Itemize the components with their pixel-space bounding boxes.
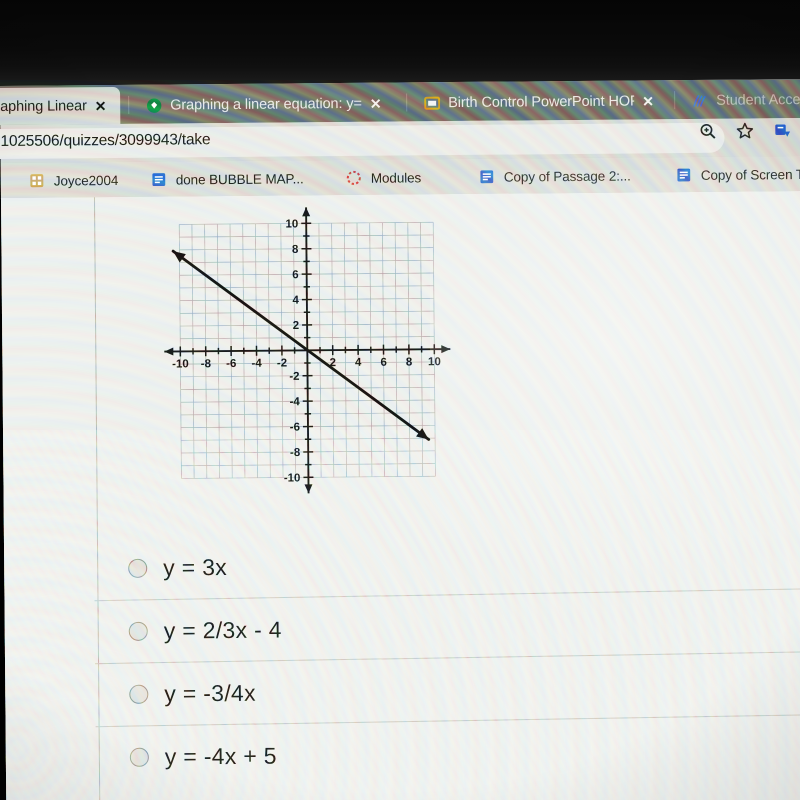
tab-title: Birth Control PowerPoint HOP: [448, 93, 635, 112]
bookmark-bubble-map[interactable]: done BUBBLE MAP...: [151, 168, 304, 189]
google-docs-icon: [152, 173, 166, 187]
answer-label: y = -3/4x: [164, 679, 256, 707]
svg-text:-6: -6: [290, 422, 300, 434]
svg-text:6: 6: [380, 357, 387, 369]
bookmark-label: done BUBBLE MAP...: [175, 170, 304, 187]
canvas-icon: [146, 98, 162, 113]
tab-close-icon[interactable]: ✕: [95, 98, 107, 114]
tab-separator: [406, 93, 408, 112]
browser-tab-4[interactable]: Student Access C: [684, 82, 800, 119]
answer-label: y = 3x: [163, 554, 228, 581]
bookmark-modules[interactable]: Modules: [346, 167, 421, 188]
browser-tab-3[interactable]: Birth Control PowerPoint HOP ✕: [416, 83, 666, 121]
svg-text:-10: -10: [284, 472, 301, 484]
bookmark-label: Copy of Screen Tim...: [700, 166, 800, 183]
extension-icon[interactable]: [772, 121, 792, 140]
zoom-search-icon[interactable]: [698, 122, 717, 141]
apps-grid-icon: [30, 174, 44, 188]
svg-text:6: 6: [292, 269, 299, 281]
monitor-bezel: [0, 0, 800, 86]
svg-text:10: 10: [428, 356, 441, 368]
answer-choice-list: y = 3x y = 2/3x - 4 y = -3/4x y = -4x + …: [98, 531, 800, 789]
svg-text:-8: -8: [201, 358, 212, 370]
radio-button[interactable]: [129, 684, 149, 704]
tab-title: Graphing a linear equation: y=: [170, 95, 362, 114]
answer-label: y = 2/3x - 4: [163, 616, 282, 644]
svg-text:4: 4: [355, 357, 362, 369]
chart-icon: [693, 95, 706, 107]
radio-button[interactable]: [129, 747, 149, 767]
bookmark-label: Joyce2004: [53, 172, 119, 189]
graph-svg: -10 -8 -6 -4 -2 2 4 6 8 10108642-2-4-6-8-10: [164, 207, 451, 494]
svg-text:-8: -8: [290, 447, 301, 459]
google-docs-icon: [677, 168, 691, 182]
bookmark-label: Modules: [370, 169, 422, 186]
powerpoint-icon: [424, 96, 441, 110]
svg-text:-2: -2: [289, 371, 299, 383]
bookmark-joyce2004[interactable]: Joyce2004: [29, 170, 119, 191]
svg-text:10: 10: [285, 218, 298, 230]
url-text[interactable]: 1025506/quizzes/3099943/take: [0, 131, 210, 151]
tab-close-icon[interactable]: ✕: [370, 96, 382, 112]
browser-tab-2[interactable]: Graphing a linear equation: y= ✕: [138, 86, 398, 124]
browser-tab-1[interactable]: aphing Linear ✕: [0, 86, 121, 126]
bookmark-screen-time[interactable]: Copy of Screen Tim...: [676, 164, 800, 185]
google-docs-icon: [480, 170, 494, 184]
browser-window: aphing Linear ✕ Graphing a linear equati…: [0, 78, 800, 800]
svg-text:-2: -2: [277, 358, 287, 370]
answer-label: y = -4x + 5: [164, 742, 277, 770]
tab-title: Student Access C: [716, 91, 800, 109]
svg-text:-4: -4: [251, 358, 262, 370]
svg-text:8: 8: [292, 244, 299, 256]
tab-title: aphing Linear: [0, 97, 87, 115]
tab-separator: [128, 95, 130, 114]
svg-text:2: 2: [293, 320, 300, 332]
svg-text:8: 8: [406, 356, 413, 368]
bookmark-label: Copy of Passage 2:...: [503, 167, 631, 185]
omnibox-actions: [698, 121, 792, 141]
screenshot-root: aphing Linear ✕ Graphing a linear equati…: [0, 0, 800, 800]
tab-separator: [674, 91, 676, 110]
quiz-page: -10 -8 -6 -4 -2 2 4 6 8 10 10 8 6 4 2 -2 -4 -6 -8 -10 y = 3…: [0, 190, 800, 800]
svg-text:4: 4: [292, 295, 299, 307]
svg-text:-10: -10: [172, 358, 189, 370]
bookmark-star-icon[interactable]: [735, 121, 754, 140]
canvas-dotted-icon: [346, 170, 361, 185]
bookmark-passage-2[interactable]: Copy of Passage 2:...: [479, 165, 631, 186]
radio-button[interactable]: [128, 621, 148, 641]
svg-text:-6: -6: [226, 358, 236, 370]
answer-option[interactable]: y = -4x + 5: [100, 720, 800, 789]
coordinate-graph: -10 -8 -6 -4 -2 2 4 6 8 10 10 8 6 4 2 -2 -4 -6 -8 -10: [161, 204, 454, 497]
radio-button[interactable]: [128, 558, 148, 578]
tab-close-icon[interactable]: ✕: [642, 93, 654, 109]
svg-text:-4: -4: [289, 396, 300, 408]
